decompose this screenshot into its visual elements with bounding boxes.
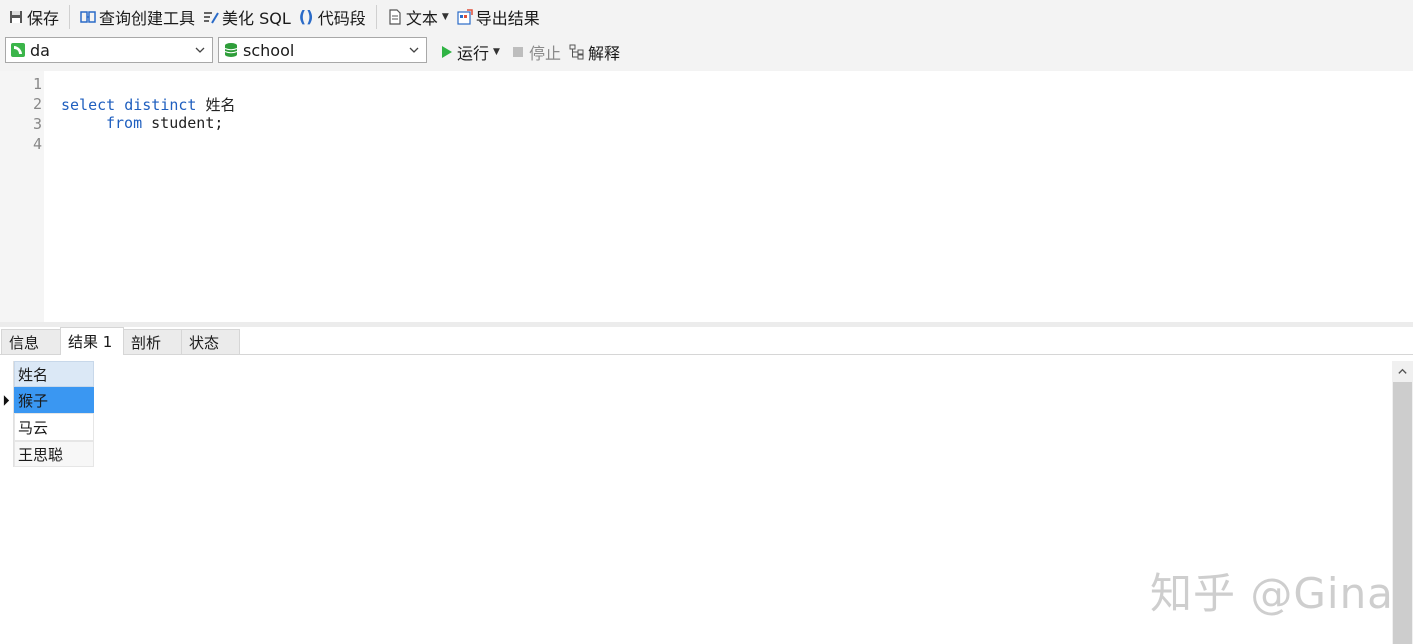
connection-icon: [11, 43, 25, 57]
keyword-select: select: [61, 96, 116, 114]
beautify-sql-button[interactable]: 美化 SQL: [199, 4, 295, 30]
toolbar-divider: [375, 4, 377, 29]
save-button[interactable]: 保存: [4, 4, 63, 30]
code-table: student;: [142, 114, 224, 132]
beautify-icon: [204, 11, 219, 24]
vertical-scrollbar[interactable]: [1392, 361, 1413, 644]
tab-label: 信息: [9, 333, 40, 352]
toolbar-divider: [69, 4, 71, 29]
save-icon: [10, 10, 22, 23]
line-number: 1: [32, 75, 42, 93]
stop-button[interactable]: 停止: [506, 39, 565, 65]
caret-down-icon[interactable]: ▼: [493, 47, 500, 57]
sql-editor[interactable]: 1 2 3 4 select distinct 姓名 from student;: [0, 71, 1413, 322]
query-builder-icon: [80, 10, 96, 23]
keyword-distinct: distinct: [124, 96, 197, 114]
current-row-icon: [3, 394, 10, 406]
snippet-button[interactable]: () 代码段: [295, 4, 370, 30]
chevron-down-icon: [409, 47, 419, 53]
play-icon: [442, 46, 452, 58]
database-value: school: [243, 40, 295, 60]
line-number-gutter: 1 2 3 4: [0, 71, 44, 322]
row-selector[interactable]: [0, 441, 14, 467]
snippet-label: 代码段: [317, 8, 366, 28]
code-identifier: 姓名: [196, 96, 236, 114]
tab-label: 状态: [189, 333, 220, 352]
cell-value: 马云: [18, 418, 49, 437]
chevron-down-icon: [195, 47, 205, 53]
stop-label: 停止: [529, 44, 562, 63]
line-number: 3: [32, 115, 42, 133]
row-selector[interactable]: [0, 387, 14, 413]
explain-label: 解释: [588, 44, 621, 63]
run-button[interactable]: 运行 ▼: [434, 39, 504, 65]
document-icon: [389, 8, 401, 25]
watermark: 知乎 @Gina: [1150, 569, 1394, 618]
cell-value: 王思聪: [18, 445, 64, 464]
table-row[interactable]: 王思聪: [14, 441, 94, 467]
tab-label: 剖析: [131, 333, 162, 352]
run-label: 运行: [457, 44, 490, 63]
tab-profile[interactable]: 剖析: [123, 329, 182, 354]
save-label: 保存: [27, 8, 60, 28]
code-line-2: select distinct 姓名: [61, 94, 236, 115]
cell-value: 猴子: [18, 391, 49, 410]
text-label: 文本: [405, 8, 438, 28]
explain-button[interactable]: 解释: [565, 39, 624, 65]
connection-select[interactable]: da: [5, 37, 213, 63]
tab-label: 结果 1: [68, 333, 113, 351]
line-number: 4: [32, 135, 42, 153]
export-result-button[interactable]: 导出结果: [453, 4, 544, 30]
table-row[interactable]: 马云: [14, 413, 94, 441]
explain-icon: [569, 44, 584, 60]
scrollbar-thumb[interactable]: [1393, 382, 1412, 644]
export-icon: [457, 8, 473, 25]
tab-info[interactable]: 信息: [1, 329, 61, 354]
row-header: [0, 361, 14, 387]
stop-icon: [513, 47, 523, 57]
column-header-name[interactable]: 姓名: [14, 361, 94, 387]
code-line-3: from student;: [106, 114, 223, 132]
connection-toolbar: da school 运行 ▼ 停止 解释: [0, 33, 1413, 71]
query-builder-label: 查询创建工具: [99, 8, 196, 28]
column-header-label: 姓名: [18, 365, 49, 384]
caret-down-icon[interactable]: ▼: [442, 12, 449, 22]
main-toolbar: 保存 查询创建工具 美化 SQL () 代码段 文本 ▼ 导出结果: [0, 0, 1413, 33]
keyword-from: from: [106, 114, 143, 132]
connection-value: da: [30, 40, 50, 60]
beautify-label: 美化 SQL: [222, 8, 291, 28]
line-number: 2: [32, 95, 42, 113]
result-tabs: 信息 结果 1 剖析 状态: [0, 327, 1413, 355]
tab-status[interactable]: 状态: [181, 329, 240, 354]
database-select[interactable]: school: [218, 37, 427, 63]
table-row[interactable]: 猴子: [14, 387, 94, 413]
snippet-icon: (): [298, 6, 314, 26]
row-selector[interactable]: [0, 413, 14, 441]
scroll-up-arrow[interactable]: [1392, 361, 1413, 382]
query-builder-button[interactable]: 查询创建工具: [76, 4, 199, 30]
database-icon: [224, 43, 238, 57]
chevron-up-icon: [1398, 368, 1407, 374]
tab-result-1[interactable]: 结果 1: [60, 327, 124, 355]
export-label: 导出结果: [475, 8, 540, 28]
text-button[interactable]: 文本 ▼: [383, 4, 453, 30]
